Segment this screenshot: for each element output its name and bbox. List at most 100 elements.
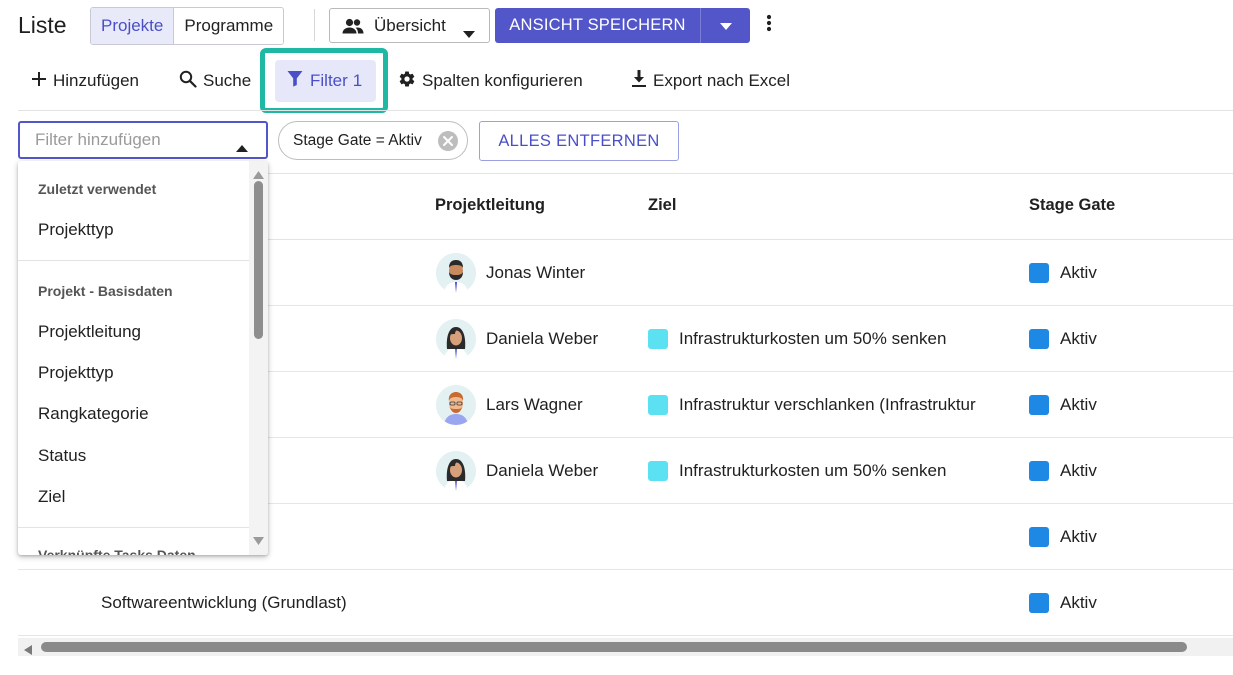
dropdown-item-projekttyp-recent[interactable]: Projekttyp — [38, 220, 114, 240]
stage-gate-color-swatch — [1029, 461, 1049, 481]
dropdown-group-cutoff: Verknüpfte Tasks Daten — [38, 547, 196, 555]
filter-button-label: Filter — [310, 71, 348, 90]
caret-up-icon — [236, 137, 248, 157]
more-vertical-icon — [766, 14, 772, 37]
dropdown-group-basisdaten: Projekt - Basisdaten — [38, 283, 173, 299]
avatar — [436, 451, 476, 491]
avatar — [436, 253, 476, 293]
stage-gate-color-swatch — [1029, 395, 1049, 415]
stage-gate-color-swatch — [1029, 527, 1049, 547]
dropdown-item-ziel[interactable]: Ziel — [38, 487, 65, 507]
stage-gate-text: Aktiv — [1060, 263, 1097, 282]
goal-color-swatch — [648, 395, 668, 415]
project-lead-name: Daniela Weber — [486, 329, 599, 348]
export-excel-label: Export nach Excel — [653, 71, 791, 90]
view-select-label: Übersicht — [374, 15, 446, 35]
toolbar-divider — [18, 110, 1233, 111]
horizontal-scroll-thumb[interactable] — [41, 642, 1187, 652]
add-filter-placeholder: Filter hinzufügen — [35, 130, 161, 149]
configure-columns-label: Spalten konfigurieren — [422, 71, 583, 90]
configure-columns-button[interactable]: Spalten konfigurieren — [398, 68, 583, 94]
goal-color-swatch — [648, 329, 668, 349]
project-lead-name: Jonas Winter — [486, 263, 586, 282]
project-lead-name: Daniela Weber — [486, 461, 599, 480]
caret-down-icon — [719, 17, 732, 35]
dropdown-item-status[interactable]: Status — [38, 446, 86, 466]
stage-gate-text: Aktiv — [1060, 395, 1097, 414]
stage-gate-text: Aktiv — [1060, 593, 1097, 612]
people-icon — [342, 18, 364, 34]
active-filter-chip[interactable]: Stage Gate = Aktiv — [278, 121, 468, 160]
add-filter-input[interactable]: Filter hinzufügen — [18, 121, 268, 159]
dropdown-scrollbar[interactable] — [249, 161, 268, 555]
stage-gate-text: Aktiv — [1060, 527, 1097, 546]
stage-gate-cell: Aktiv — [1029, 570, 1097, 636]
tab-projekte[interactable]: Projekte — [91, 8, 175, 44]
gear-icon — [398, 70, 422, 93]
header-divider — [314, 9, 315, 41]
stage-gate-color-swatch — [1029, 329, 1049, 349]
add-button[interactable]: Hinzufügen — [31, 68, 139, 94]
project-lead-cell: Lars Wagner — [436, 372, 583, 438]
column-header-projektleitung[interactable]: Projektleitung — [435, 196, 545, 215]
stage-gate-cell: Aktiv — [1029, 438, 1097, 504]
view-select[interactable]: Übersicht — [329, 8, 490, 43]
search-button-label: Suche — [203, 71, 252, 90]
caret-down-icon — [463, 23, 475, 43]
remove-filter-icon[interactable] — [437, 130, 459, 157]
stage-gate-color-swatch — [1029, 593, 1049, 613]
dropdown-item-projekttyp[interactable]: Projekttyp — [38, 363, 114, 383]
filter-chip-label: Stage Gate = Aktiv — [293, 131, 422, 149]
tab-programme[interactable]: Programme — [174, 8, 284, 44]
dropdown-item-rangkategorie[interactable]: Rangkategorie — [38, 404, 149, 424]
filter-count: 1 — [352, 71, 363, 90]
avatar — [436, 319, 476, 359]
column-header-stage-gate[interactable]: Stage Gate — [1029, 196, 1115, 215]
avatar — [436, 385, 476, 425]
table-row[interactable]: Softwareentwicklung (Grundlast) Aktiv — [18, 570, 1233, 636]
plus-icon — [31, 71, 53, 92]
filter-button[interactable]: Filter 1 — [275, 60, 376, 102]
download-icon — [631, 69, 653, 93]
scroll-left-icon[interactable] — [24, 642, 32, 660]
search-icon — [179, 70, 203, 93]
dropdown-scroll-thumb[interactable] — [254, 181, 263, 339]
stage-gate-text: Aktiv — [1060, 461, 1097, 480]
dropdown-group-recent: Zuletzt verwendet — [38, 181, 157, 197]
goal-cell: Infrastruktur verschlanken (Infrastruktu… — [648, 372, 998, 438]
project-lead-name: Lars Wagner — [486, 395, 583, 414]
more-options-button[interactable] — [758, 12, 780, 38]
goal-text: Infrastrukturkosten um 50% senken — [679, 461, 947, 480]
dropdown-divider — [18, 527, 249, 528]
add-button-label: Hinzufügen — [53, 71, 140, 90]
project-lead-cell: Jonas Winter — [436, 240, 585, 306]
stage-gate-cell: Aktiv — [1029, 504, 1097, 570]
horizontal-scrollbar[interactable] — [18, 638, 1233, 656]
dropdown-item-projektleitung[interactable]: Projektleitung — [38, 322, 141, 342]
stage-gate-color-swatch — [1029, 263, 1049, 283]
project-program-toggle: Projekte Programme — [90, 7, 285, 45]
save-view-dropdown-button[interactable] — [701, 8, 750, 43]
export-excel-button[interactable]: Export nach Excel — [631, 68, 790, 94]
stage-gate-cell: Aktiv — [1029, 240, 1097, 306]
stage-gate-cell: Aktiv — [1029, 372, 1097, 438]
project-lead-cell: Daniela Weber — [436, 438, 598, 504]
scroll-down-icon[interactable] — [253, 532, 264, 550]
goal-cell: Infrastrukturkosten um 50% senken — [648, 438, 998, 504]
page-title: Liste — [18, 12, 67, 38]
search-button[interactable]: Suche — [179, 68, 251, 94]
goal-cell: Infrastrukturkosten um 50% senken — [648, 306, 998, 372]
funnel-icon — [287, 70, 303, 92]
project-lead-cell: Daniela Weber — [436, 306, 598, 372]
dropdown-divider — [18, 260, 249, 261]
filter-field-dropdown: Zuletzt verwendet Projekttyp Projekt - B… — [18, 161, 268, 555]
stage-gate-text: Aktiv — [1060, 329, 1097, 348]
save-view-button[interactable]: ANSICHT SPEICHERN — [495, 8, 701, 43]
goal-text: Infrastrukturkosten um 50% senken — [679, 329, 947, 348]
goal-text: Infrastruktur verschlanken (Infrastruktu… — [679, 395, 976, 414]
column-header-ziel[interactable]: Ziel — [648, 196, 676, 215]
goal-color-swatch — [648, 461, 668, 481]
remove-all-filters-button[interactable]: ALLES ENTFERNEN — [479, 121, 679, 161]
save-view-split-button: ANSICHT SPEICHERN — [495, 8, 750, 43]
project-name-cell[interactable]: Softwareentwicklung (Grundlast) — [101, 570, 347, 636]
